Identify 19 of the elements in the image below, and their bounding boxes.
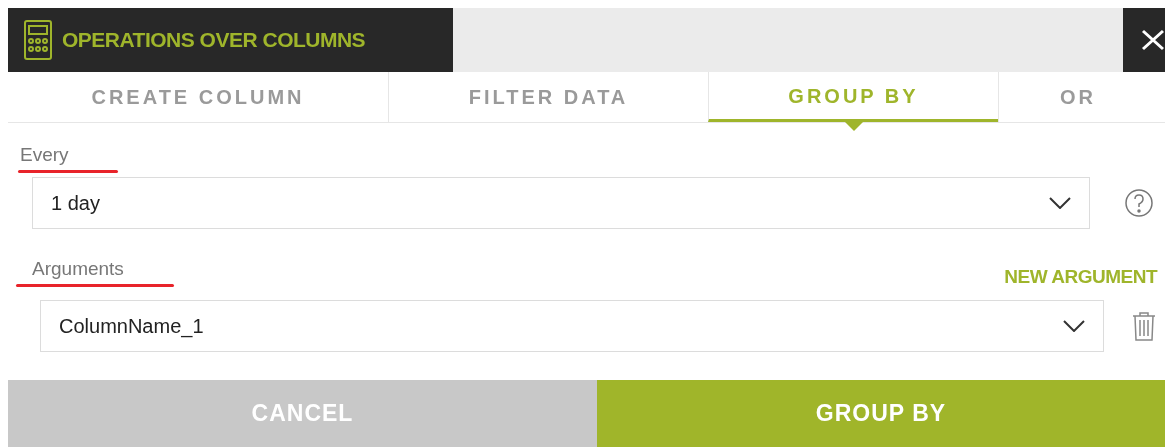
dropdown-field[interactable]: 1 day [32,177,1090,229]
chevron-down-icon [1049,197,1071,209]
tab[interactable]: OR [998,72,1157,122]
tab[interactable]: FILTER DATA [388,72,708,122]
chevron-down-icon [1063,320,1085,332]
close-icon [1141,29,1165,51]
window-title: OPERATIONS OVER COLUMNS [62,27,366,54]
field-label: Every [20,143,69,167]
help-icon[interactable] [1124,188,1154,218]
tab-pointer-icon [844,122,863,131]
group-by-button[interactable]: GROUP BY [597,380,1165,447]
new-argument-button[interactable]: NEW ARGUMENT [1004,262,1157,291]
dropdown-field[interactable]: ColumnName_1 [40,300,1104,352]
field-label: Arguments [32,257,124,281]
trash-icon[interactable] [1132,311,1156,341]
tab[interactable]: CREATE COLUMN [8,72,388,122]
tab[interactable]: GROUP BY [708,72,998,122]
close-button[interactable] [1123,8,1165,72]
calculator-icon [24,20,52,60]
